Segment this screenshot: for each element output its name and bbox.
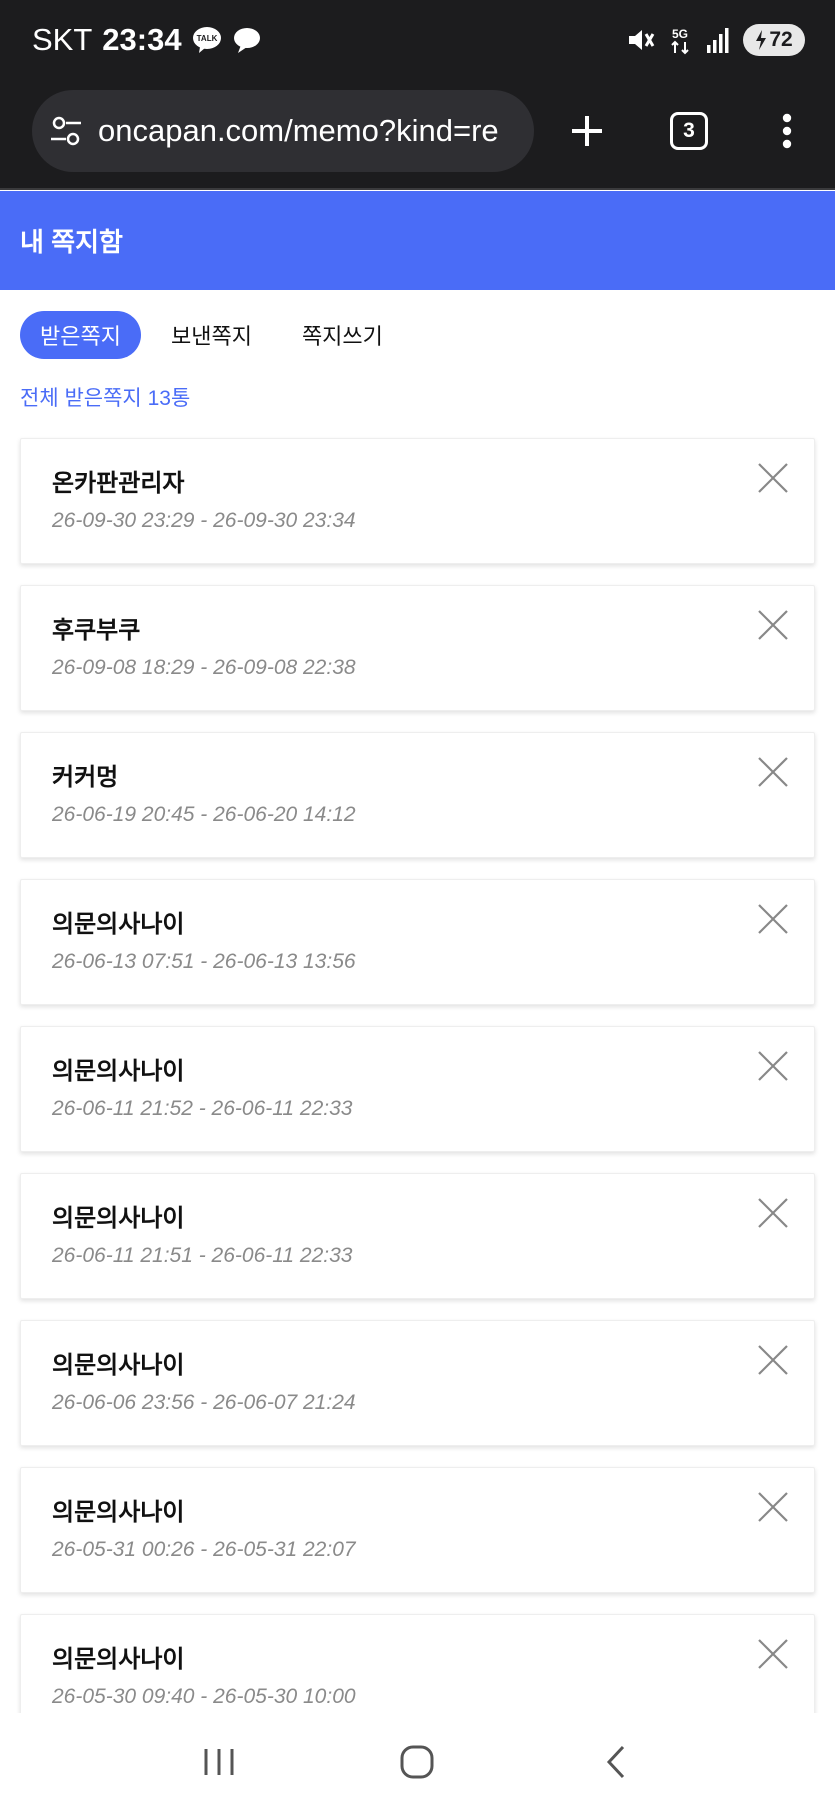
new-tab-button[interactable] bbox=[562, 106, 612, 156]
signal-icon bbox=[707, 28, 729, 53]
mute-icon bbox=[629, 30, 655, 50]
battery-indicator: 72 bbox=[743, 24, 805, 56]
kakaotalk-icon-label: TALK bbox=[196, 34, 217, 43]
memo-item[interactable]: 온카판관리자 26-09-30 23:29 - 26-09-30 23:34 bbox=[20, 438, 815, 564]
url-text[interactable]: oncapan.com/memo?kind=re bbox=[98, 113, 528, 149]
close-icon[interactable] bbox=[756, 1343, 790, 1377]
back-button[interactable] bbox=[586, 1732, 646, 1792]
memo-item[interactable]: 의문의사나이 26-06-06 23:56 - 26-06-07 21:24 bbox=[20, 1320, 815, 1446]
close-icon[interactable] bbox=[756, 1049, 790, 1083]
charging-icon bbox=[756, 30, 767, 50]
memo-item[interactable]: 의문의사나이 26-05-31 00:26 - 26-05-31 22:07 bbox=[20, 1467, 815, 1593]
home-button[interactable] bbox=[387, 1732, 447, 1792]
status-bar: SKT 23:34 TALK 5G 72 bbox=[0, 0, 835, 86]
close-icon[interactable] bbox=[756, 1637, 790, 1671]
address-bar[interactable]: oncapan.com/memo?kind=re bbox=[32, 90, 534, 172]
memo-date: 26-06-11 21:52 - 26-06-11 22:33 bbox=[52, 1097, 353, 1120]
network-label: 5G bbox=[672, 27, 688, 41]
memo-sender: 의문의사나이 bbox=[52, 1499, 185, 1526]
memo-sender: 커커멍 bbox=[52, 764, 119, 791]
recent-apps-button[interactable] bbox=[189, 1732, 249, 1792]
memo-item[interactable]: 커커멍 26-06-19 20:45 - 26-06-20 14:12 bbox=[20, 732, 815, 858]
network-icon: 5G bbox=[671, 27, 689, 55]
memo-sender: 의문의사나이 bbox=[52, 1205, 185, 1232]
memo-date: 26-06-06 23:56 - 26-06-07 21:24 bbox=[52, 1391, 356, 1414]
kakaotalk-icon: TALK bbox=[192, 27, 221, 53]
plus-icon bbox=[572, 116, 602, 146]
tab-sent[interactable]: 보낸쪽지 bbox=[151, 311, 272, 359]
battery-level: 72 bbox=[769, 28, 793, 51]
memo-item[interactable]: 의문의사나이 26-06-11 21:51 - 26-06-11 22:33 bbox=[20, 1173, 815, 1299]
clock: 23:34 bbox=[102, 22, 182, 57]
close-icon[interactable] bbox=[756, 755, 790, 789]
screen: SKT 23:34 TALK 5G 72 oncapan.com/memo?ki… bbox=[0, 0, 835, 1810]
browser-toolbar: oncapan.com/memo?kind=re 3 bbox=[0, 86, 835, 190]
memo-sender: 의문의사나이 bbox=[52, 911, 185, 938]
memo-date: 26-09-30 23:29 - 26-09-30 23:34 bbox=[52, 509, 356, 532]
close-icon[interactable] bbox=[756, 1490, 790, 1524]
memo-item[interactable]: 의문의사나이 26-06-11 21:52 - 26-06-11 22:33 bbox=[20, 1026, 815, 1152]
system-nav-bar bbox=[0, 1713, 835, 1810]
page-header: 내 쪽지함 bbox=[0, 191, 835, 290]
tab-received[interactable]: 받은쪽지 bbox=[20, 311, 141, 359]
memo-sender: 후쿠부쿠 bbox=[52, 617, 141, 644]
memo-date: 26-05-31 00:26 - 26-05-31 22:07 bbox=[52, 1538, 356, 1561]
memo-date: 26-05-30 09:40 - 26-05-30 10:00 bbox=[52, 1685, 356, 1708]
close-icon[interactable] bbox=[756, 461, 790, 495]
recent-apps-icon bbox=[204, 1748, 234, 1775]
back-icon bbox=[606, 1745, 624, 1778]
memo-sender: 의문의사나이 bbox=[52, 1646, 185, 1673]
browser-menu-button[interactable] bbox=[762, 106, 812, 156]
memo-date: 26-06-13 07:51 - 26-06-13 13:56 bbox=[52, 950, 356, 973]
memo-sender: 의문의사나이 bbox=[52, 1058, 185, 1085]
memo-tabs: 받은쪽지 보낸쪽지 쪽지쓰기 bbox=[20, 311, 413, 359]
memo-date: 26-09-08 18:29 - 26-09-08 22:38 bbox=[52, 656, 356, 679]
tab-switcher-button[interactable]: 3 bbox=[664, 106, 714, 156]
tab-compose[interactable]: 쪽지쓰기 bbox=[282, 311, 403, 359]
received-count: 전체 받은쪽지 13통 bbox=[20, 387, 191, 410]
carrier-label: SKT bbox=[32, 22, 93, 57]
memo-sender: 온카판관리자 bbox=[52, 470, 185, 497]
close-icon[interactable] bbox=[756, 902, 790, 936]
status-right: 5G 72 bbox=[625, 24, 805, 56]
home-icon bbox=[400, 1745, 434, 1778]
close-icon[interactable] bbox=[756, 1196, 790, 1230]
memo-date: 26-06-11 21:51 - 26-06-11 22:33 bbox=[52, 1244, 353, 1267]
page-title: 내 쪽지함 bbox=[20, 227, 123, 257]
memo-sender: 의문의사나이 bbox=[52, 1352, 185, 1379]
status-left: SKT 23:34 TALK bbox=[32, 22, 262, 58]
memo-date: 26-06-19 20:45 - 26-06-20 14:12 bbox=[52, 803, 356, 826]
memo-item[interactable]: 의문의사나이 26-06-13 07:51 - 26-06-13 13:56 bbox=[20, 879, 815, 1005]
close-icon[interactable] bbox=[756, 608, 790, 642]
more-vert-icon bbox=[782, 113, 792, 149]
chat-bubble-icon bbox=[233, 28, 260, 53]
tab-count: 3 bbox=[670, 112, 708, 150]
memo-item[interactable]: 후쿠부쿠 26-09-08 18:29 - 26-09-08 22:38 bbox=[20, 585, 815, 711]
memo-list: 온카판관리자 26-09-30 23:29 - 26-09-30 23:34 후… bbox=[20, 438, 815, 1761]
site-settings-icon[interactable] bbox=[48, 113, 84, 149]
